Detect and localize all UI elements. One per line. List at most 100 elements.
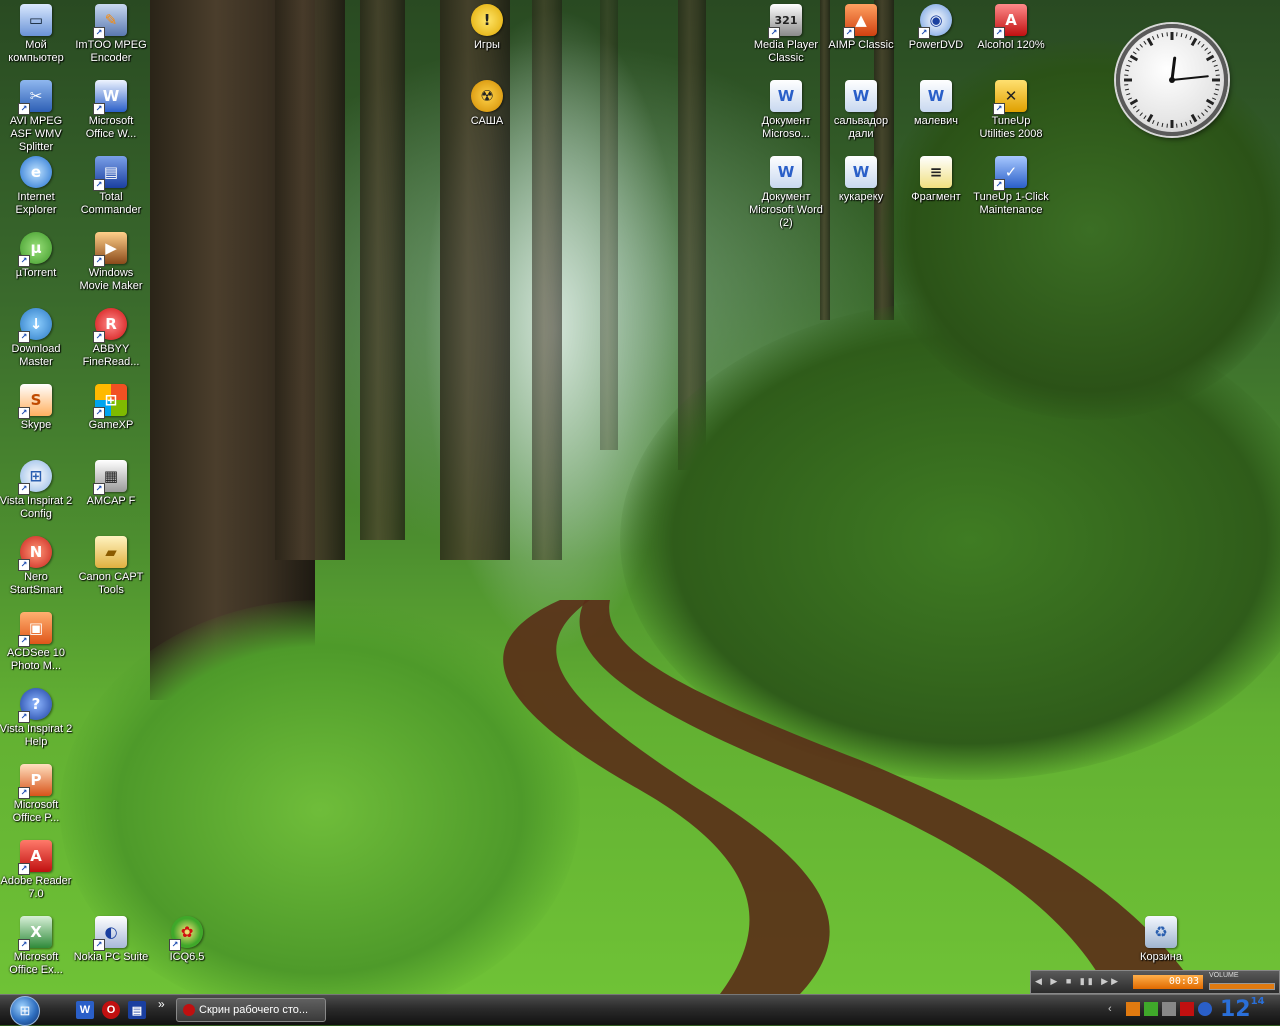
taskbar-window-title: Скрин рабочего сто... <box>199 1004 308 1016</box>
word-document-icon: W <box>920 80 952 112</box>
desktop-icon-skype[interactable]: S↗ Skype <box>0 384 74 432</box>
volume-slider[interactable] <box>1209 983 1275 990</box>
desktop-icon-icq[interactable]: ✿↗ ICQ6.5 <box>149 916 225 964</box>
clock-tick <box>1128 98 1132 100</box>
desktop-icon-sasha[interactable]: ☢ САША <box>449 80 525 128</box>
clock-tick <box>1128 60 1132 62</box>
desktop-icon-movie-maker[interactable]: ▶↗ Windows Movie Maker <box>73 232 149 293</box>
clock-tick <box>1186 122 1187 126</box>
desktop-icon-utorrent[interactable]: µ↗ µTorrent <box>0 232 74 280</box>
tray-media-icon[interactable] <box>1126 1002 1140 1016</box>
desktop-icon-gamexp[interactable]: ⊞↗ GameXP <box>73 384 149 432</box>
clock-tick <box>1152 36 1154 40</box>
desktop-icon-media-player-classic[interactable]: 321↗ Media Player Classic <box>748 4 824 65</box>
desktop-icon-word-document-1[interactable]: W Документ Microso... <box>748 80 824 141</box>
clock-tick <box>1133 106 1136 108</box>
desktop-icon-recycle-bin[interactable]: ♻ Корзина <box>1123 916 1199 964</box>
desktop-icon-nokia-pc-suite[interactable]: ◐↗ Nokia PC Suite <box>73 916 149 964</box>
windows-flag-icon: ⊞↗ <box>95 384 127 416</box>
tray-globe-icon[interactable] <box>1198 1002 1212 1016</box>
clock-tick <box>1205 109 1208 112</box>
amcap-icon: ▦↗ <box>95 460 127 492</box>
desktop-icon-word-document-2[interactable]: W Документ Microsoft Word (2) <box>748 156 824 230</box>
desktop-icon-avi-splitter[interactable]: ✂↗ AVI MPEG ASF WMV Splitter <box>0 80 74 154</box>
tuneup-icon: ✕↗ <box>995 80 1027 112</box>
desktop-icon-abbyy[interactable]: R↗ ABBYY FineRead... <box>73 308 149 369</box>
word-document-icon: W <box>845 156 877 188</box>
desktop-icon-adobe-reader[interactable]: A↗ Adobe Reader 7.0 <box>0 840 74 901</box>
alcohol-icon: A↗ <box>995 4 1027 36</box>
desktop-icon-games[interactable]: ! Игры <box>449 4 525 52</box>
icq-icon: ✿↗ <box>171 916 203 948</box>
clock-tick <box>1201 113 1204 116</box>
desktop-icon-vista-inspirat-config[interactable]: ⊞↗ Vista Inspirat 2 Config <box>0 460 74 521</box>
opera-icon <box>183 1004 195 1016</box>
folder-icon: ▰ <box>95 536 127 568</box>
clock-tick <box>1162 33 1163 37</box>
desktop-icon-download-master[interactable]: ↓↗ Download Master <box>0 308 74 369</box>
desktop-icon-malevich[interactable]: W малевич <box>898 80 974 128</box>
desktop-icon-canon-capt[interactable]: ▰ Canon CAPT Tools <box>73 536 149 597</box>
desktop-icon-alcohol[interactable]: A↗ Alcohol 120% <box>973 4 1049 52</box>
desktop-icon-tuneup-utilities[interactable]: ✕↗ TuneUp Utilities 2008 <box>973 80 1049 141</box>
clock-tick <box>1148 115 1152 122</box>
powerpoint-icon: P↗ <box>20 764 52 796</box>
desktop-icon-office-word[interactable]: W↗ Microsoft Office W... <box>73 80 149 141</box>
clock-gadget[interactable] <box>1116 24 1228 136</box>
floppy-icon: ▤↗ <box>95 156 127 188</box>
tray-network-icon[interactable] <box>1162 1002 1176 1016</box>
quicklaunch-floppy-icon[interactable]: ▤ <box>128 1001 146 1019</box>
taskbar-window-button[interactable]: Скрин рабочего сто... <box>176 998 326 1022</box>
desktop-icon-total-commander[interactable]: ▤↗ Total Commander <box>73 156 149 217</box>
desktop-icon-office-excel[interactable]: X↗ Microsoft Office Ex... <box>0 916 74 977</box>
desktop-icon-nero[interactable]: N↗ Nero StartSmart <box>0 536 74 597</box>
nokia-icon: ◐↗ <box>95 916 127 948</box>
download-master-icon: ↓↗ <box>20 308 52 340</box>
tray-clock-hours: 12 <box>1220 997 1251 1022</box>
start-button[interactable]: ⊞ <box>6 995 48 1025</box>
clock-tick <box>1133 52 1136 54</box>
clock-tick <box>1136 48 1139 51</box>
quicklaunch-overflow-chevron[interactable]: » <box>158 997 165 1011</box>
tray-kaspersky-icon[interactable] <box>1180 1002 1194 1016</box>
clock-tick <box>1144 41 1146 44</box>
media-player-bar[interactable]: ◀ ▶ ■ ▮▮ ▶▶ 00:03 VOLUME <box>1030 970 1280 994</box>
internet-explorer-icon: e <box>20 156 52 188</box>
desktop-icon-amcap[interactable]: ▦↗ AMCAP F <box>73 460 149 508</box>
clock-tick <box>1212 98 1216 100</box>
nero-icon: N↗ <box>20 536 52 568</box>
clock-tick <box>1130 56 1137 60</box>
desktop-icon-imtoo[interactable]: ✎↗ ImTOO MPEG Encoder <box>73 4 149 65</box>
movie-maker-icon: ▶↗ <box>95 232 127 264</box>
quicklaunch-word-icon[interactable]: W <box>76 1001 94 1019</box>
desktop-icon-office-powerpoint[interactable]: P↗ Microsoft Office P... <box>0 764 74 825</box>
desktop: ▭ Мой компьютер ✂↗ AVI MPEG ASF WMV Spli… <box>0 0 1280 994</box>
clock-tick <box>1207 100 1214 104</box>
desktop-icon-kukareku[interactable]: W кукареку <box>823 156 899 204</box>
clock-tick <box>1125 70 1129 71</box>
desktop-icon-internet-explorer[interactable]: e Internet Explorer <box>0 156 74 217</box>
tray-clock[interactable]: 1214 <box>1220 996 1265 1024</box>
desktop-icon-aimp[interactable]: ▲↗ AIMP Classic <box>823 4 899 52</box>
tray-expand-chevron-icon[interactable]: ‹ <box>1108 1003 1112 1015</box>
media-controls[interactable]: ◀ ▶ ■ ▮▮ ▶▶ <box>1035 976 1121 987</box>
wallpaper-forest <box>0 0 1280 994</box>
clock-tick <box>1126 94 1130 95</box>
media-time-display: 00:03 <box>1133 975 1203 989</box>
tray-battery-icon[interactable] <box>1144 1002 1158 1016</box>
desktop-icon-my-computer[interactable]: ▭ Мой компьютер <box>0 4 74 65</box>
desktop-icon-vista-inspirat-help[interactable]: ?↗ Vista Inspirat 2 Help <box>0 688 74 749</box>
clock-tick <box>1181 123 1182 127</box>
desktop-icon-salvador-dali[interactable]: W сальвадор дали <box>823 80 899 141</box>
desktop-icon-tuneup-maintenance[interactable]: ✓↗ TuneUp 1-Click Maintenance <box>973 156 1049 217</box>
desktop-icon-powerdvd[interactable]: ◉↗ PowerDVD <box>898 4 974 52</box>
clock-tick <box>1162 123 1163 127</box>
imtoo-icon: ✎↗ <box>95 4 127 36</box>
quicklaunch-opera-icon[interactable]: O <box>102 1001 120 1019</box>
clock-tick <box>1214 65 1218 66</box>
clock-tick <box>1207 56 1214 60</box>
desktop-icon-fragment[interactable]: ≡ Фрагмент <box>898 156 974 204</box>
clock-center-pin <box>1169 77 1175 83</box>
clock-tick <box>1136 109 1139 112</box>
desktop-icon-acdsee[interactable]: ▣↗ ACDSee 10 Photo M... <box>0 612 74 673</box>
